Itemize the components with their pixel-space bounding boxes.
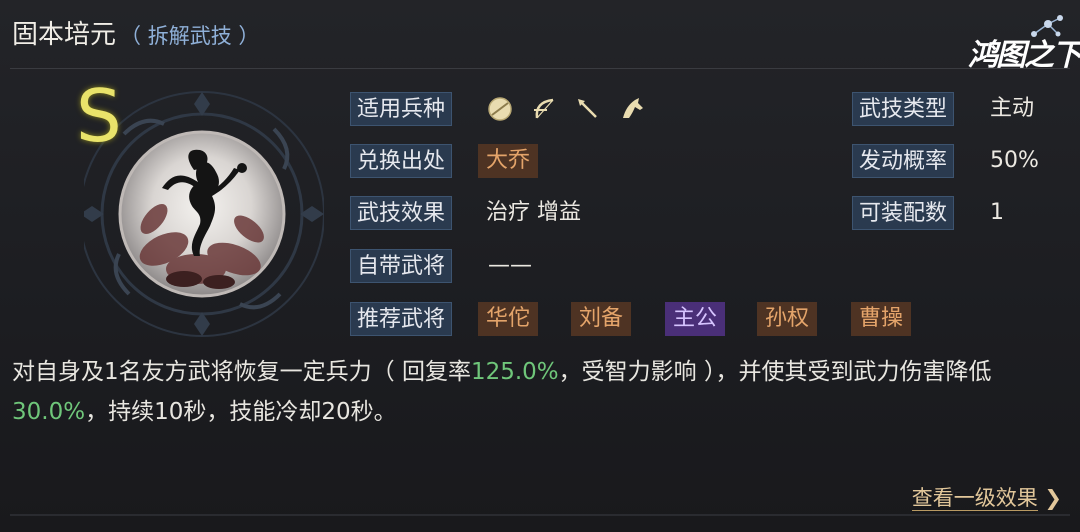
effect-value: 治疗 增益	[486, 200, 581, 225]
equip-count-label: 可装配数	[852, 196, 955, 230]
trigger-rate-value: 50%	[990, 148, 1039, 173]
trigger-rate-label: 发动概率	[852, 144, 955, 178]
recommend-general-tag[interactable]: 孙权	[757, 302, 818, 336]
desc-text: ，受智力影响 ），并使其受到武力伤害降低	[558, 359, 992, 385]
troop-type-icons	[487, 92, 645, 126]
recommend-general-tag[interactable]: 刘备	[571, 302, 632, 336]
skill-description: 对自身及1名友方武将恢复一定兵力（ 回复率125.0%，受智力影响 ），并使其受…	[12, 352, 1072, 432]
bow-icon	[534, 98, 554, 119]
recommend-label: 推荐武将	[350, 302, 453, 336]
recommend-general-tag[interactable]: 主公	[665, 302, 726, 336]
skill-subtitle: （ 拆解武技 ）	[120, 24, 260, 48]
desc-text: ，持续10秒，技能冷却20秒。	[85, 399, 397, 425]
heal-rate-value: 125.0%	[470, 359, 559, 385]
skill-name: 固本培元	[12, 20, 117, 50]
recommend-general-tag[interactable]: 曹操	[851, 302, 912, 336]
source-value[interactable]: 大乔	[478, 144, 539, 178]
source-label: 兑换出处	[350, 144, 453, 178]
view-level1-effect-label: 查看一级效果	[911, 486, 1038, 511]
own-general-value: ——	[488, 253, 532, 278]
footer-divider	[10, 514, 1070, 516]
skill-panel: 固本培元（ 拆解武技 ） 鸿图之下 S 适用兵种 兑换出处 大乔 武技效果 治疗…	[0, 0, 1080, 532]
skill-portrait: S	[76, 74, 325, 344]
skill-title: 固本培元（ 拆解武技 ）	[12, 14, 259, 51]
header-divider	[10, 68, 1070, 69]
horse-icon	[623, 98, 643, 118]
skill-type-label: 武技类型	[852, 92, 955, 126]
own-general-label: 自带武将	[350, 249, 453, 283]
desc-text: 对自身及1名友方武将恢复一定兵力（ 回复率	[12, 359, 471, 385]
damage-reduction-value: 30.0%	[12, 399, 86, 425]
effect-label: 武技效果	[350, 196, 453, 230]
spear-icon	[578, 99, 597, 118]
view-level1-effect-link[interactable]: 查看一级效果 ❯	[911, 482, 1062, 512]
grade-badge: S	[76, 74, 122, 158]
skill-type-value: 主动	[990, 96, 1035, 121]
troop-type-label: 适用兵种	[350, 92, 453, 126]
chevron-right-icon: ❯	[1044, 486, 1062, 510]
equip-count-value: 1	[990, 200, 1004, 225]
shield-icon	[488, 97, 512, 121]
recommend-general-tag[interactable]: 华佗	[478, 302, 539, 336]
